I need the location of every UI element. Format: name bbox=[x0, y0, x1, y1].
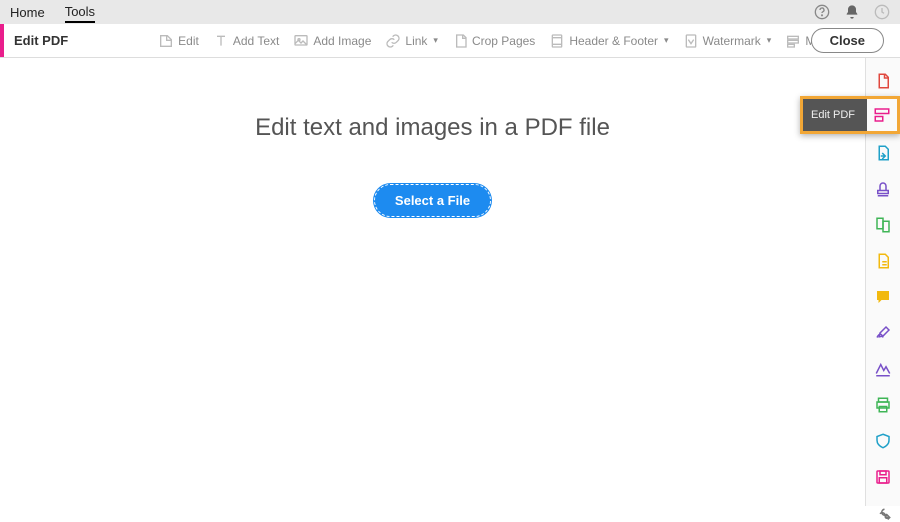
link-label: Link bbox=[405, 34, 427, 48]
link-tool[interactable]: Link ▾ bbox=[385, 33, 438, 49]
chevron-down-icon: ▾ bbox=[664, 35, 669, 46]
export-pdf-icon[interactable] bbox=[874, 144, 892, 162]
sign-icon[interactable] bbox=[874, 324, 892, 342]
wrench-icon[interactable] bbox=[874, 504, 892, 522]
edit-pdf-toolbar: Edit PDF Edit Add Text Add Image Link ▾ … bbox=[0, 24, 900, 58]
crop-label: Crop Pages bbox=[472, 34, 535, 48]
bell-icon[interactable] bbox=[844, 4, 860, 20]
save-icon[interactable] bbox=[874, 468, 892, 486]
add-image-label: Add Image bbox=[313, 34, 371, 48]
tabs-right bbox=[814, 4, 890, 20]
header-footer-tool[interactable]: Header & Footer ▾ bbox=[549, 33, 668, 49]
add-text-label: Add Text bbox=[233, 34, 279, 48]
tab-home[interactable]: Home bbox=[10, 3, 45, 22]
stamp-icon[interactable] bbox=[874, 180, 892, 198]
toolbar-title: Edit PDF bbox=[4, 33, 78, 48]
combine-icon[interactable] bbox=[874, 216, 892, 234]
shield-icon[interactable] bbox=[874, 432, 892, 450]
tab-tools[interactable]: Tools bbox=[65, 2, 95, 23]
help-icon[interactable] bbox=[814, 4, 830, 20]
add-image-tool[interactable]: Add Image bbox=[293, 33, 371, 49]
add-text-tool[interactable]: Add Text bbox=[213, 33, 279, 49]
crop-tool[interactable]: Crop Pages bbox=[452, 33, 535, 49]
chevron-down-icon: ▾ bbox=[767, 35, 772, 46]
edit-label: Edit bbox=[178, 34, 199, 48]
select-file-button[interactable]: Select a File bbox=[374, 184, 491, 217]
tabs-left: Home Tools bbox=[10, 0, 95, 24]
chevron-down-icon: ▾ bbox=[433, 35, 438, 46]
redact-icon[interactable] bbox=[874, 360, 892, 378]
main-content: Edit text and images in a PDF file Selec… bbox=[0, 58, 865, 506]
watermark-label: Watermark bbox=[703, 34, 761, 48]
watermark-tool[interactable]: Watermark ▾ bbox=[683, 33, 772, 49]
tooltip-edit-icon[interactable] bbox=[867, 99, 897, 131]
edit-pdf-tooltip: Edit PDF bbox=[800, 96, 900, 134]
comment-icon[interactable] bbox=[874, 288, 892, 306]
edit-tool[interactable]: Edit bbox=[158, 33, 199, 49]
header-footer-label: Header & Footer bbox=[569, 34, 658, 48]
create-pdf-icon[interactable] bbox=[874, 72, 892, 90]
tooltip-label: Edit PDF bbox=[803, 99, 867, 131]
top-tabs-bar: Home Tools bbox=[0, 0, 900, 24]
toolbar-items: Edit Add Text Add Image Link ▾ Crop Page… bbox=[158, 33, 843, 49]
main-heading: Edit text and images in a PDF file bbox=[255, 114, 610, 142]
close-button[interactable]: Close bbox=[811, 28, 884, 53]
profile-icon[interactable] bbox=[874, 4, 890, 20]
organize-icon[interactable] bbox=[874, 252, 892, 270]
print-icon[interactable] bbox=[874, 396, 892, 414]
